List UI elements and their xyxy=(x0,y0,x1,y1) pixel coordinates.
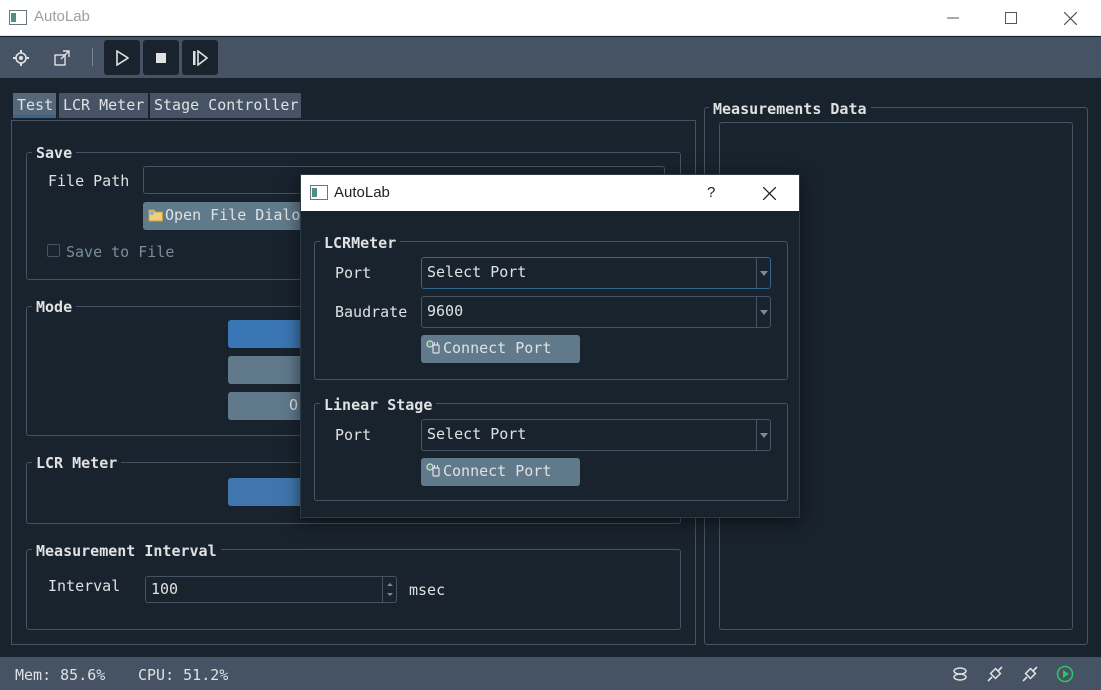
run-status-icon[interactable] xyxy=(1055,664,1075,684)
mode-button-1[interactable] xyxy=(228,320,308,348)
save-to-file-label: Save to File xyxy=(66,243,175,261)
lcr-baudrate-value: 9600 xyxy=(427,302,464,320)
open-file-dialog-button[interactable]: Open File Dialo xyxy=(143,202,303,230)
dialog-close-icon[interactable] xyxy=(762,186,777,204)
toolbar xyxy=(0,37,1101,78)
dialog-linear-stage-title: Linear Stage xyxy=(320,396,437,414)
mode-button-2[interactable] xyxy=(228,356,308,384)
dialog-app-icon xyxy=(310,185,328,200)
help-icon[interactable]: ? xyxy=(707,184,715,201)
stage-port-select[interactable]: Select Port xyxy=(421,419,771,451)
lcr-port-label: Port xyxy=(335,264,372,282)
window-title: AutoLab xyxy=(34,8,90,25)
tab-stage-controller[interactable]: Stage Controller xyxy=(150,93,301,118)
dialog-linear-stage-group xyxy=(314,403,788,501)
plug-icon xyxy=(426,340,442,360)
expand-icon[interactable] xyxy=(44,40,80,75)
window-titlebar: AutoLab xyxy=(0,0,1101,36)
tab-test[interactable]: Test xyxy=(13,93,56,118)
dialog-lcrmeter-title: LCRMeter xyxy=(320,234,401,252)
mem-status: Mem: 85.6% xyxy=(15,666,106,684)
minimize-icon[interactable] xyxy=(924,0,982,36)
spin-arrows-icon[interactable] xyxy=(382,577,396,602)
chevron-down-icon xyxy=(756,297,770,327)
mode-button-3[interactable]: O xyxy=(228,392,308,420)
cpu-status: CPU: 51.2% xyxy=(138,666,229,684)
stage-port-value: Select Port xyxy=(427,425,527,443)
mode-group-title: Mode xyxy=(32,298,77,316)
interval-label: Interval xyxy=(48,577,121,595)
folder-open-icon xyxy=(148,208,164,226)
lcr-connect-port-button[interactable]: Connect Port xyxy=(421,335,580,363)
mode-button-3-label: O xyxy=(289,396,299,414)
chevron-down-icon xyxy=(756,258,770,288)
step-icon[interactable] xyxy=(182,40,218,75)
lcr-port-value: Select Port xyxy=(427,263,527,281)
lcr-baudrate-label: Baudrate xyxy=(335,303,408,321)
app-icon xyxy=(9,10,27,25)
interval-value: 100 xyxy=(151,580,179,598)
stage-connect-port-button[interactable]: Connect Port xyxy=(421,458,580,486)
lcr-port-select[interactable]: Select Port xyxy=(421,257,771,289)
lcr-baudrate-select[interactable]: 9600 xyxy=(421,296,771,328)
open-file-dialog-label: Open File Dialo xyxy=(165,206,301,224)
status-bar: Mem: 85.6% CPU: 51.2% xyxy=(0,657,1101,690)
stop-icon[interactable] xyxy=(143,40,179,75)
lcr-connect-port-label: Connect Port xyxy=(443,339,552,357)
chevron-down-icon xyxy=(756,420,770,450)
stage-connect-port-label: Connect Port xyxy=(443,462,552,480)
maximize-icon[interactable] xyxy=(982,0,1040,36)
dialog-title: AutoLab xyxy=(334,184,390,201)
lcr-meter-group-title: LCR Meter xyxy=(32,454,122,472)
interval-spinbox[interactable]: 100 xyxy=(145,576,397,603)
save-to-file-checkbox[interactable] xyxy=(47,244,60,257)
plug-icon xyxy=(426,463,442,483)
save-group-title: Save xyxy=(32,144,77,162)
measurement-interval-title: Measurement Interval xyxy=(32,542,221,560)
dialog-titlebar: AutoLab ? xyxy=(301,175,799,211)
interval-unit: msec xyxy=(409,581,446,599)
lcr-meter-button[interactable] xyxy=(228,478,308,506)
toolbar-separator xyxy=(92,48,93,66)
close-icon[interactable] xyxy=(1041,0,1099,36)
file-path-label: File Path xyxy=(48,172,130,190)
link-icon[interactable] xyxy=(950,664,970,684)
stage-port-label: Port xyxy=(335,426,372,444)
play-icon[interactable] xyxy=(104,40,140,75)
measurements-data-title: Measurements Data xyxy=(709,100,871,118)
plug-icon[interactable] xyxy=(1020,664,1040,684)
tab-lcr-meter[interactable]: LCR Meter xyxy=(59,93,148,118)
connection-dialog: AutoLab ? LCRMeter Port Select Port Baud… xyxy=(300,174,800,518)
settings-icon[interactable] xyxy=(3,40,39,75)
plug-connected-icon[interactable] xyxy=(985,664,1005,684)
